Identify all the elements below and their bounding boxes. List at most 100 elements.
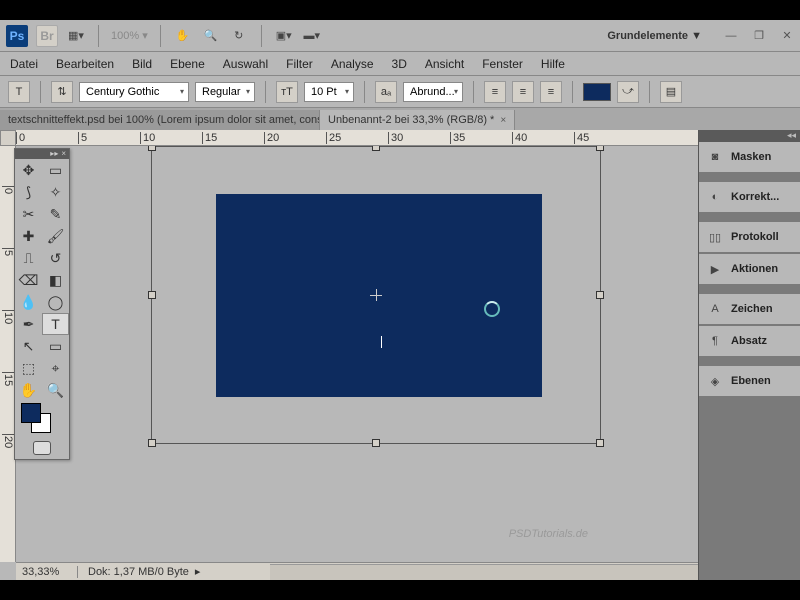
font-size-icon: тT (276, 81, 298, 103)
menu-ebene[interactable]: Ebene (170, 57, 205, 71)
gradient-tool-icon[interactable]: ◧ (42, 269, 69, 291)
zoom-display[interactable]: 100% ▾ (111, 29, 148, 42)
menu-hilfe[interactable]: Hilfe (541, 57, 565, 71)
eyedropper-tool-icon[interactable]: ✎ (42, 203, 69, 225)
screen-mode-icon[interactable]: ▣▾ (274, 26, 294, 46)
align-center-icon[interactable]: ≡ (512, 81, 534, 103)
bridge-icon[interactable]: Br (36, 25, 58, 47)
crop-tool-icon[interactable]: ✂ (15, 203, 42, 225)
zoom-tool-icon[interactable]: 🔍 (42, 379, 69, 401)
menu-datei[interactable]: Datei (10, 57, 38, 71)
type-tool-icon[interactable]: T (42, 313, 69, 335)
font-size-select[interactable]: 10 Pt (304, 82, 354, 102)
transform-handle[interactable] (148, 291, 156, 299)
status-doc-info[interactable]: Dok: 1,37 MB/0 Byte▸ (78, 565, 210, 578)
panel-dock-header[interactable]: ◂◂ (699, 130, 800, 142)
workarea: 0 5 10 15 20 25 30 35 40 45 0 5 10 15 20 (0, 130, 800, 580)
close-icon[interactable]: × (61, 150, 66, 158)
menu-filter[interactable]: Filter (286, 57, 313, 71)
panel-ebenen[interactable]: ◈Ebenen (699, 366, 800, 396)
tool-preset-icon[interactable]: T (8, 81, 30, 103)
blur-tool-icon[interactable]: 💧 (15, 291, 42, 313)
stamp-tool-icon[interactable]: ⎍ (15, 247, 42, 269)
collapse-icon[interactable]: ◂◂ (787, 130, 796, 142)
tab-close-icon[interactable]: × (500, 115, 506, 126)
panel-protokoll[interactable]: ▯▯Protokoll (699, 222, 800, 252)
marquee-tool-icon[interactable]: ▭ (42, 159, 69, 181)
panel-masken[interactable]: ◙Masken (699, 142, 800, 172)
document-tab[interactable]: Unbenannt-2 bei 33,3% (RGB/8) *× (320, 110, 515, 130)
lasso-tool-icon[interactable]: ⟆ (15, 181, 42, 203)
eraser-tool-icon[interactable]: ⌫ (15, 269, 42, 291)
ruler-horizontal[interactable]: 0 5 10 15 20 25 30 35 40 45 (16, 130, 698, 146)
menu-bearbeiten[interactable]: Bearbeiten (56, 57, 114, 71)
workspace-selector[interactable]: Grundelemente ▼ (599, 26, 710, 46)
warp-text-icon[interactable]: ⤻ (617, 81, 639, 103)
3d-tool-icon[interactable]: ⬚ (15, 357, 42, 379)
menu-bild[interactable]: Bild (132, 57, 152, 71)
layout-menu-icon[interactable]: ▦▾ (66, 26, 86, 46)
toolbox[interactable]: ▸▸× ✥ ▭ ⟆ ✧ ✂ ✎ ✚ 🖌 ⎍ ↺ ⌫ ◧ 💧 ◯ ✒ T ↖ ▭ … (14, 148, 70, 460)
zoom-icon[interactable]: 🔍 (201, 26, 221, 46)
minimize-icon[interactable]: — (724, 29, 738, 43)
status-zoom[interactable]: 33,33% (16, 566, 78, 578)
transform-handle[interactable] (596, 291, 604, 299)
menu-analyse[interactable]: Analyse (331, 57, 374, 71)
quickmask-icon[interactable] (15, 437, 69, 459)
menu-auswahl[interactable]: Auswahl (223, 57, 268, 71)
transform-center-icon[interactable] (370, 289, 382, 301)
text-color-swatch[interactable] (583, 83, 611, 101)
font-style-select[interactable]: Regular (195, 82, 255, 102)
chevron-right-icon[interactable]: ▸ (195, 565, 201, 578)
healing-tool-icon[interactable]: ✚ (15, 225, 42, 247)
panel-zeichen[interactable]: AZeichen (699, 294, 800, 324)
menu-fenster[interactable]: Fenster (482, 57, 523, 71)
font-family-select[interactable]: Century Gothic (79, 82, 189, 102)
font-orientation-icon[interactable]: ⇅ (51, 81, 73, 103)
hand-icon[interactable]: ✋ (173, 26, 193, 46)
app-toolbar: Ps Br ▦▾ 100% ▾ ✋ 🔍 ↻ ▣▾ ▬▾ Grundelement… (0, 20, 800, 52)
transform-handle[interactable] (596, 439, 604, 447)
rotate-view-icon[interactable]: ↻ (229, 26, 249, 46)
panel-korrekturen[interactable]: ◐Korrekt... (699, 182, 800, 212)
transform-handle[interactable] (148, 439, 156, 447)
menu-3d[interactable]: 3D (392, 57, 407, 71)
arrange-icon[interactable]: ▬▾ (302, 26, 322, 46)
3d-camera-tool-icon[interactable]: ⌖ (42, 357, 69, 379)
panel-absatz[interactable]: ¶Absatz (699, 326, 800, 356)
antialias-icon: aₐ (375, 81, 397, 103)
hand-tool-icon[interactable]: ✋ (15, 379, 42, 401)
move-tool-icon[interactable]: ✥ (15, 159, 42, 181)
app-logo-icon[interactable]: Ps (6, 25, 28, 47)
align-left-icon[interactable]: ≡ (484, 81, 506, 103)
antialias-select[interactable]: Abrund... (403, 82, 463, 102)
pen-tool-icon[interactable]: ✒ (15, 313, 42, 335)
transform-handle[interactable] (372, 146, 380, 151)
history-brush-tool-icon[interactable]: ↺ (42, 247, 69, 269)
menu-ansicht[interactable]: Ansicht (425, 57, 464, 71)
character-panel-icon[interactable]: ▤ (660, 81, 682, 103)
ruler-origin[interactable] (0, 130, 16, 146)
history-panel-icon: ▯▯ (707, 229, 723, 245)
wand-tool-icon[interactable]: ✧ (42, 181, 69, 203)
path-select-tool-icon[interactable]: ↖ (15, 335, 42, 357)
align-right-icon[interactable]: ≡ (540, 81, 562, 103)
panel-aktionen[interactable]: ▶Aktionen (699, 254, 800, 284)
maximize-icon[interactable]: ❐ (752, 29, 766, 43)
toolbox-header[interactable]: ▸▸× (15, 149, 69, 159)
transform-bounding-box[interactable] (151, 146, 601, 444)
collapse-icon[interactable]: ▸▸ (50, 150, 58, 158)
color-swatches[interactable] (15, 401, 69, 437)
transform-handle[interactable] (148, 146, 156, 151)
right-panel-dock: ◂◂ ◙Masken ◐Korrekt... ▯▯Protokoll ▶Akti… (698, 130, 800, 580)
scrollbar-horizontal[interactable] (270, 564, 698, 580)
foreground-swatch[interactable] (21, 403, 41, 423)
brush-tool-icon[interactable]: 🖌 (42, 225, 69, 247)
close-icon[interactable]: ✕ (780, 29, 794, 43)
document-tab[interactable]: textschnitteffekt.psd bei 100% (Lorem ip… (0, 110, 320, 130)
shape-tool-icon[interactable]: ▭ (42, 335, 69, 357)
transform-handle[interactable] (372, 439, 380, 447)
canvas[interactable]: PSDTutorials.de (16, 146, 698, 562)
transform-handle[interactable] (596, 146, 604, 151)
dodge-tool-icon[interactable]: ◯ (42, 291, 69, 313)
